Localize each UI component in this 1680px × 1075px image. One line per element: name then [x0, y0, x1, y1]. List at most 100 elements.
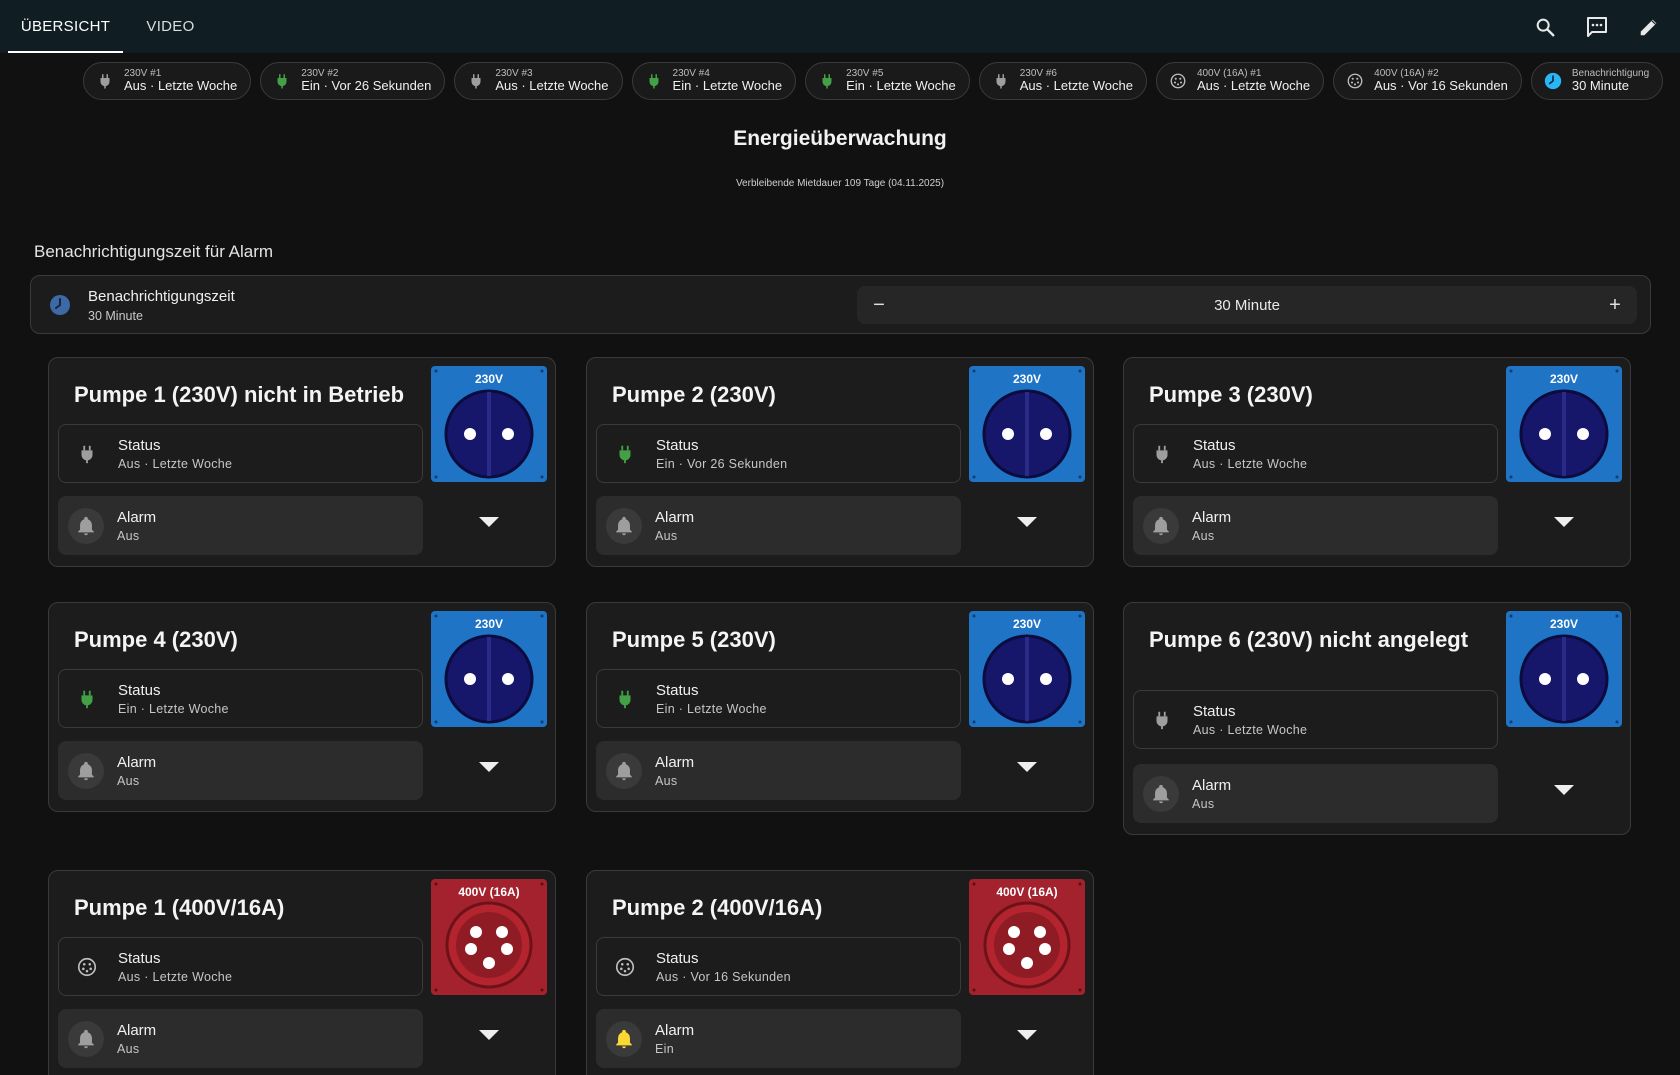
- plug-icon: [818, 72, 836, 90]
- alarm-toggle[interactable]: Alarm Aus: [58, 1009, 423, 1068]
- alarm-toggle[interactable]: Alarm Aus: [1133, 496, 1498, 555]
- status-row[interactable]: Status Aus · Letzte Woche: [58, 937, 423, 996]
- status-row[interactable]: Status Ein · Letzte Woche: [596, 669, 961, 728]
- caret-down-icon[interactable]: [1546, 510, 1582, 534]
- alarm-label: Alarm: [655, 1021, 695, 1039]
- plug-icon: [1144, 702, 1180, 738]
- cee-socket-icon: [69, 949, 105, 985]
- bell-icon: [68, 507, 104, 544]
- status-row[interactable]: Status Aus · Vor 16 Sekunden: [596, 937, 961, 996]
- badge-state: Aus · Vor 16 Sekunden: [1374, 78, 1508, 94]
- entity-badge[interactable]: 230V #6 Aus · Letzte Woche: [978, 62, 1147, 100]
- entity-badge[interactable]: Benachrichtigung 30 Minute: [1530, 62, 1664, 100]
- status-value: Ein · Vor 26 Sekunden: [656, 456, 788, 471]
- alarm-label: Alarm: [655, 753, 695, 771]
- bell-icon: [606, 752, 642, 789]
- caret-down-icon[interactable]: [1546, 778, 1582, 802]
- alarm-toggle[interactable]: Alarm Aus: [596, 496, 961, 555]
- svg-text:230V: 230V: [475, 617, 503, 631]
- entity-badge[interactable]: 230V #5 Ein · Letzte Woche: [805, 62, 970, 100]
- pump-card: Pumpe 1 (230V) nicht in Betrieb Status Aus…: [48, 357, 556, 567]
- status-label: Status: [118, 436, 161, 454]
- svg-text:230V: 230V: [1013, 617, 1041, 631]
- pump-card: Pumpe 1 (400V/16A) Status Aus · Letzte Woc…: [48, 870, 556, 1075]
- status-value: Aus · Letzte Woche: [118, 456, 233, 471]
- bell-icon: [68, 1020, 104, 1057]
- increment-button[interactable]: +: [1603, 286, 1627, 324]
- badge-state: Aus · Letzte Woche: [495, 78, 609, 94]
- entity-badge[interactable]: 230V #2 Ein · Vor 26 Sekunden: [260, 62, 446, 100]
- socket-image: 230V: [1506, 611, 1622, 727]
- entity-badge[interactable]: 230V #1 Aus · Letzte Woche: [83, 62, 252, 100]
- socket-image: 230V: [431, 611, 547, 727]
- status-label: Status: [656, 681, 699, 699]
- entity-badge[interactable]: 230V #3 Aus · Letzte Woche: [454, 62, 623, 100]
- bell-icon: [1143, 775, 1179, 812]
- status-label: Status: [1193, 436, 1236, 454]
- notification-time-stepper: − 30 Minute +: [857, 286, 1637, 324]
- pump-card: Pumpe 2 (400V/16A) Status Aus · Vor 16 Sek…: [586, 870, 1094, 1075]
- alarm-toggle[interactable]: Alarm Aus: [58, 496, 423, 555]
- plug-icon: [467, 72, 485, 90]
- caret-down-icon[interactable]: [1009, 1023, 1045, 1047]
- bell-icon: [1143, 507, 1179, 544]
- badge-row: 230V #1 Aus · Letzte Woche 230V #2 Ein · Vo…: [83, 62, 1664, 100]
- badge-state: 30 Minute: [1571, 78, 1629, 94]
- socket-image: 230V: [969, 366, 1085, 482]
- caret-down-icon[interactable]: [1009, 510, 1045, 534]
- plug-icon: [273, 72, 291, 90]
- status-row[interactable]: Status Ein · Vor 26 Sekunden: [596, 424, 961, 483]
- alarm-toggle[interactable]: Alarm Aus: [58, 741, 423, 800]
- status-value: Ein · Letzte Woche: [118, 701, 229, 716]
- status-row[interactable]: Status Aus · Letzte Woche: [1133, 424, 1498, 483]
- stepper-value[interactable]: 30 Minute: [857, 286, 1637, 324]
- bell-icon: [606, 507, 642, 544]
- badge-state: Ein · Letzte Woche: [672, 78, 783, 94]
- pump-title: Pumpe 2 (230V): [612, 382, 776, 407]
- caret-down-icon[interactable]: [471, 1023, 507, 1047]
- tab-uebersicht[interactable]: ÜBERSICHT: [8, 0, 123, 53]
- status-row[interactable]: Status Ein · Letzte Woche: [58, 669, 423, 728]
- socket-image: 400V (16A): [969, 879, 1085, 995]
- caret-down-icon[interactable]: [1009, 755, 1045, 779]
- caret-down-icon[interactable]: [471, 510, 507, 534]
- entity-name[interactable]: Benachrichtigungszeit: [88, 288, 235, 305]
- plug-icon: [69, 681, 105, 717]
- edit-icon[interactable]: [1636, 14, 1662, 40]
- caret-down-icon[interactable]: [471, 755, 507, 779]
- alarm-label: Alarm: [1192, 508, 1232, 526]
- plug-icon: [992, 72, 1010, 90]
- alarm-toggle[interactable]: Alarm Ein: [596, 1009, 961, 1068]
- badge-state: Ein · Letzte Woche: [846, 78, 956, 94]
- status-label: Status: [1193, 702, 1236, 720]
- search-icon[interactable]: [1532, 14, 1558, 40]
- pump-title: Pumpe 3 (230V): [1149, 382, 1313, 407]
- status-row[interactable]: Status Aus · Letzte Woche: [58, 424, 423, 483]
- status-value: Aus · Letzte Woche: [1193, 456, 1308, 471]
- plug-icon: [1144, 436, 1180, 472]
- chat-icon[interactable]: [1584, 14, 1610, 40]
- status-row[interactable]: Status Aus · Letzte Woche: [1133, 690, 1498, 749]
- entity-badge[interactable]: 400V (16A) #1 Aus · Letzte Woche: [1155, 62, 1325, 100]
- socket-image: 400V (16A): [431, 879, 547, 995]
- alarm-toggle[interactable]: Alarm Aus: [596, 741, 961, 800]
- entity-badge[interactable]: 400V (16A) #2 Aus · Vor 16 Sekunden: [1333, 62, 1522, 100]
- svg-text:230V: 230V: [1550, 372, 1578, 386]
- bell-icon: [68, 752, 104, 789]
- svg-text:230V: 230V: [475, 372, 503, 386]
- status-value: Aus · Letzte Woche: [118, 969, 233, 984]
- alarm-value: Aus: [655, 773, 678, 788]
- entity-badge[interactable]: 230V #4 Ein · Letzte Woche: [631, 62, 797, 100]
- bell-icon: [606, 1020, 642, 1057]
- section-title: Benachrichtigungszeit für Alarm: [34, 242, 274, 261]
- pump-title: Pumpe 2 (400V/16A): [612, 895, 823, 920]
- status-value: Aus · Letzte Woche: [1193, 722, 1308, 737]
- svg-text:400V (16A): 400V (16A): [458, 885, 519, 899]
- alarm-toggle[interactable]: Alarm Aus: [1133, 764, 1498, 823]
- status-label: Status: [118, 949, 161, 967]
- alarm-value: Aus: [117, 528, 140, 543]
- tab-video[interactable]: VIDEO: [123, 0, 218, 53]
- pump-card: Pumpe 6 (230V) nicht angelegt Status Aus ·…: [1123, 602, 1631, 835]
- alarm-value: Ein: [655, 1041, 674, 1056]
- cee-socket-icon: [607, 949, 643, 985]
